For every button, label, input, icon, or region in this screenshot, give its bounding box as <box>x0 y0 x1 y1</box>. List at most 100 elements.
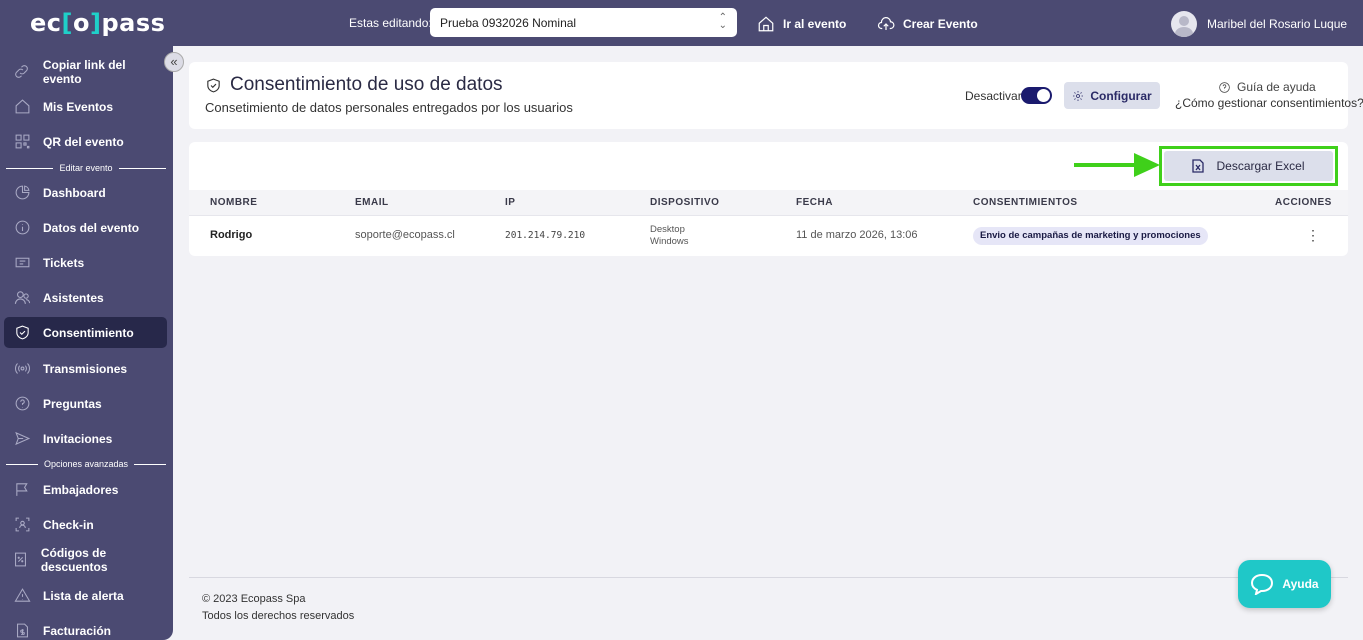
sidebar-item-my-events[interactable]: Mis Eventos <box>4 91 167 122</box>
avatar <box>1171 11 1197 37</box>
help-guide-label: Guía de ayuda <box>1237 80 1316 94</box>
home-icon <box>15 99 29 114</box>
column-header: CONSENTIMIENTOS <box>973 197 1078 208</box>
help-chat-button[interactable]: Ayuda <box>1238 560 1331 608</box>
column-header: EMAIL <box>355 197 389 208</box>
user-name: Maribel del Rosario Luque <box>1207 17 1348 31</box>
cell-os: Windows <box>650 236 689 247</box>
sidebar-item-label: Facturación <box>43 623 112 638</box>
gear-icon <box>1073 90 1084 101</box>
sidebar-item-label: QR del evento <box>43 134 124 149</box>
home-icon <box>758 16 774 32</box>
chat-bubble-icon <box>1251 573 1274 595</box>
discount-icon <box>15 552 27 567</box>
chevron-updown-icon: ⌃ ⌄ <box>718 12 727 31</box>
flag-icon <box>15 483 28 496</box>
users-icon <box>14 291 30 304</box>
row-actions-menu-icon[interactable]: ⋮ <box>1306 228 1320 242</box>
create-event-link[interactable]: Crear Evento <box>877 15 978 33</box>
ecopass-logo[interactable]: ec[o]pass <box>30 9 165 37</box>
sidebar-item-dashboard[interactable]: Dashboard <box>4 177 167 208</box>
help-chat-label: Ayuda <box>1282 577 1319 591</box>
cell-name: Rodrigo <box>210 229 253 241</box>
sidebar-item-label: Transmisiones <box>43 361 128 376</box>
sidebar-item-billing[interactable]: Facturación <box>4 615 167 640</box>
collapse-sidebar-button[interactable]: « <box>164 52 184 72</box>
link-icon <box>15 65 29 78</box>
info-icon <box>15 220 29 235</box>
footer-copyright: © 2023 Ecopass Spa <box>202 593 306 605</box>
sidebar-item-label: Check-in <box>43 517 94 532</box>
sidebar-item-invitations[interactable]: Invitaciones <box>4 423 167 454</box>
cell-date: 11 de marzo 2026, 13:06 <box>796 229 918 241</box>
user-menu[interactable]: Maribel del Rosario Luque <box>1171 11 1347 37</box>
send-icon <box>14 431 30 446</box>
consent-toggle[interactable] <box>1021 87 1052 104</box>
goto-event-link[interactable]: Ir al evento <box>757 15 846 33</box>
footer-rights: Todos los derechos reservados <box>202 610 355 622</box>
sidebar-item-alert-list[interactable]: Lista de alerta <box>4 580 167 611</box>
table-header: NOMBRE EMAIL IP DISPOSITIVO FECHA CONSEN… <box>189 190 1348 215</box>
sidebar-item-event-data[interactable]: Datos del evento <box>4 212 167 243</box>
cell-ip: 201.214.79.210 <box>505 230 586 241</box>
create-event-label: Crear Evento <box>903 17 978 31</box>
sidebar-item-copy-link[interactable]: Copiar link del evento <box>4 56 167 87</box>
download-excel-button[interactable]: Descargar Excel <box>1164 151 1333 181</box>
sidebar-item-tickets[interactable]: Tickets <box>4 247 167 278</box>
excel-file-icon <box>1192 159 1205 173</box>
consent-badge: Envio de campañas de marketing y promoci… <box>973 227 1208 245</box>
row-divider <box>189 215 1348 216</box>
column-header: NOMBRE <box>210 197 258 208</box>
sidebar-item-label: Lista de alerta <box>43 588 124 603</box>
shield-check-icon <box>15 325 29 340</box>
cell-device: Desktop <box>650 224 685 235</box>
sidebar-item-discount-codes[interactable]: Códigos de descuentos <box>4 544 167 575</box>
sidebar-item-label: Preguntas <box>43 396 102 411</box>
divider-edit-event: Editar evento <box>6 162 166 174</box>
sidebar-item-broadcasts[interactable]: Transmisiones <box>4 353 167 384</box>
arrow-right-icon <box>1074 153 1160 177</box>
sidebar-item-ambassadors[interactable]: Embajadores <box>4 474 167 505</box>
configure-button[interactable]: Configurar <box>1064 82 1160 109</box>
sidebar-item-label: Embajadores <box>43 482 119 497</box>
help-guide: Guía de ayuda <box>1218 80 1316 94</box>
ticket-icon <box>15 257 29 268</box>
configure-label: Configurar <box>1090 88 1152 103</box>
sidebar-item-questions[interactable]: Preguntas <box>4 388 167 419</box>
sidebar-item-label: Códigos de descuentos <box>40 545 108 574</box>
footer-divider <box>189 577 1348 578</box>
sidebar-item-consent[interactable]: Consentimiento <box>4 317 167 348</box>
qr-icon <box>15 134 29 149</box>
sidebar-item-label: Invitaciones <box>43 431 113 446</box>
toggle-label: Desactivar <box>965 89 1022 103</box>
download-excel-label: Descargar Excel <box>1216 159 1305 173</box>
page-title: Consentimiento de uso de datos <box>205 74 503 96</box>
cloud-upload-icon <box>877 17 895 30</box>
question-icon <box>1219 81 1230 93</box>
top-bar: ec[o]pass Estas editando: Prueba 0932026… <box>0 0 1363 46</box>
sidebar-item-label: Mis Eventos <box>43 99 114 114</box>
alert-icon <box>13 588 31 602</box>
shield-check-icon <box>207 78 220 92</box>
sidebar-item-checkin[interactable]: Check-in <box>4 509 167 540</box>
column-header: IP <box>505 197 516 208</box>
help-link[interactable]: ¿Cómo gestionar consentimientos? <box>1175 96 1363 110</box>
pie-chart-icon <box>15 185 29 200</box>
sidebar-item-label: Consentimiento <box>43 325 134 340</box>
sidebar-item-attendees[interactable]: Asistentes <box>4 282 167 313</box>
sidebar-item-label: Asistentes <box>43 290 104 305</box>
sidebar-item-label: Datos del evento <box>43 220 140 235</box>
checkin-icon <box>15 517 29 532</box>
question-icon <box>15 396 29 411</box>
consents-table-card: Descargar Excel NOMBRE EMAIL IP DISPOSIT… <box>189 142 1348 256</box>
event-select-value: Prueba 0932026 Nominal <box>440 16 577 30</box>
column-header: DISPOSITIVO <box>650 197 720 208</box>
page-header-card: Consentimiento de uso de datos Consetimi… <box>189 62 1363 129</box>
event-select[interactable]: Prueba 0932026 Nominal ⌃ ⌄ <box>430 8 737 37</box>
sidebar-item-qr[interactable]: QR del evento <box>4 126 167 157</box>
invoice-icon <box>16 623 28 638</box>
broadcast-icon <box>14 363 30 374</box>
cell-email: soporte@ecopass.cl <box>355 229 455 241</box>
page-title-text: Consentimiento de uso de datos <box>230 74 503 95</box>
sidebar-item-label: Dashboard <box>43 185 106 200</box>
